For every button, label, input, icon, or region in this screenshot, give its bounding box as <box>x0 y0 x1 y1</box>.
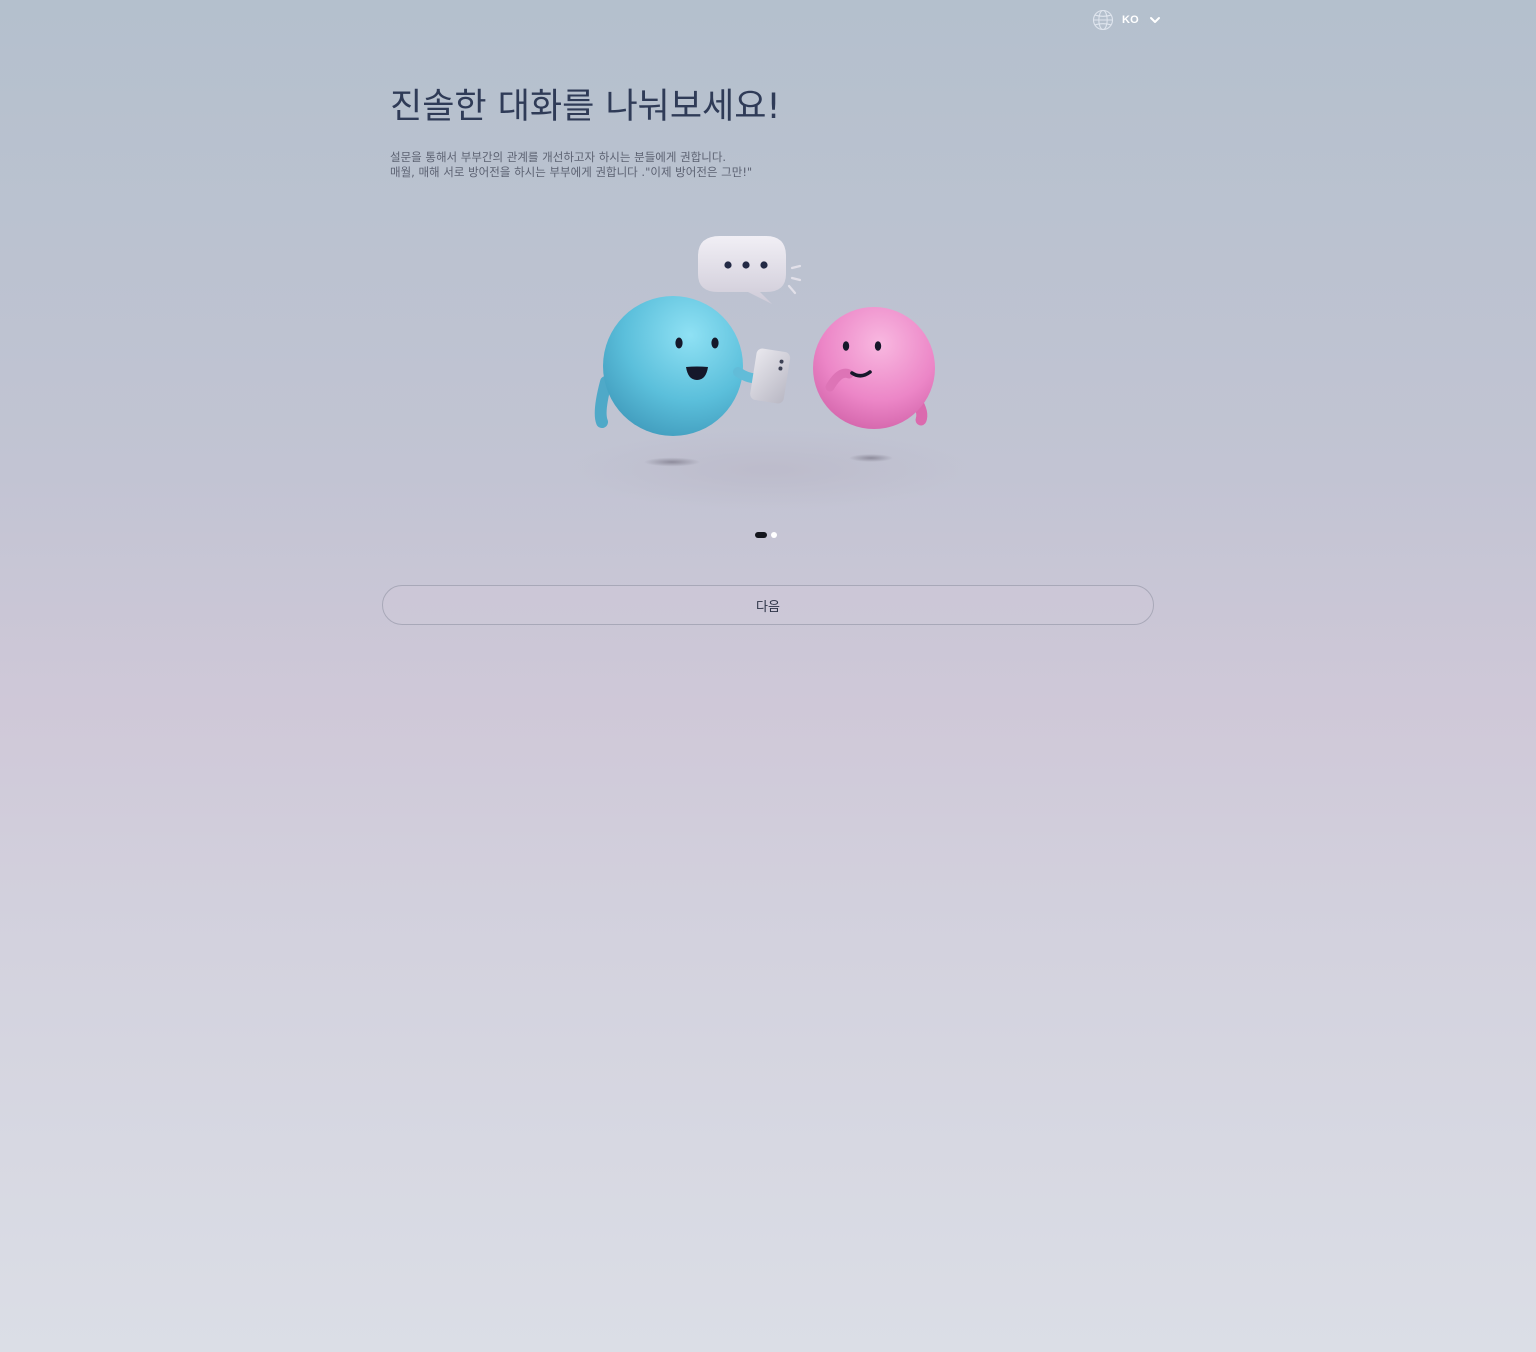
pagination-dots <box>755 531 777 539</box>
intro-description: 설문을 통해서 부부간의 관계를 개선하고자 하시는 분들에게 권합니다. 매월… <box>390 150 752 180</box>
pagination-dot[interactable] <box>771 532 777 538</box>
description-line: 매월, 매해 서로 방어전을 하시는 부부에게 권합니다 ."이제 방어전은 그… <box>390 165 753 179</box>
blue-character <box>594 296 765 436</box>
pagination-dot-active[interactable] <box>755 532 767 538</box>
page-title: 진솔한 대화를 나눠보세요! <box>390 87 781 127</box>
phone-icon <box>750 348 791 404</box>
characters-illustration <box>570 236 970 510</box>
next-button-label: 다음 <box>756 599 780 615</box>
language-code: KO <box>1122 14 1139 26</box>
language-selector[interactable]: KO <box>1092 8 1162 32</box>
chevron-down-icon <box>1149 17 1160 23</box>
description-line: 설문을 통해서 부부간의 관계를 개선하고자 하시는 분들에게 권합니다. <box>390 150 727 164</box>
speech-bubble-icon <box>698 236 802 304</box>
onboarding-illustration <box>560 222 980 512</box>
pink-character <box>813 307 935 429</box>
globe-icon <box>1092 9 1114 31</box>
next-button[interactable]: 다음 <box>382 585 1154 625</box>
